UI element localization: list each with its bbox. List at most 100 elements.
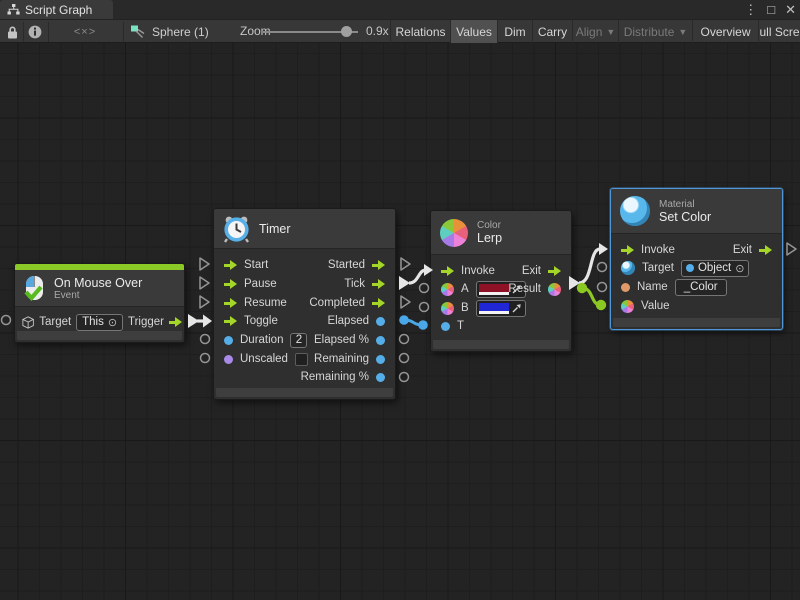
port-label: Value <box>641 300 670 312</box>
toolbar-toggles: Relations Values Dim Carry Align ▼ Distr… <box>390 20 800 44</box>
control-input-port[interactable] <box>224 260 237 270</box>
control-output-port[interactable] <box>372 279 385 289</box>
graph-icon <box>7 4 20 16</box>
name-field[interactable]: _Color <box>675 279 727 296</box>
close-icon[interactable]: ✕ <box>785 2 796 18</box>
port-resume[interactable]: Resume <box>224 294 287 312</box>
node-timer[interactable]: Timer Start Pause Resume Toggle Duration… <box>213 208 396 400</box>
control-input-port[interactable] <box>224 298 237 308</box>
node-header: On Mouse Over Event <box>15 270 184 307</box>
lock-button[interactable] <box>4 20 20 44</box>
color-output-port[interactable] <box>548 283 561 296</box>
info-icon <box>28 25 42 39</box>
port-label: Result <box>508 283 541 295</box>
node-header: Material Set Color <box>611 189 782 234</box>
port-remaining[interactable]: Remaining <box>314 350 385 368</box>
port-toggle[interactable]: Toggle <box>224 312 278 330</box>
target-port-label: Target <box>39 316 71 328</box>
trigger-output-port[interactable] <box>169 317 182 327</box>
port-pause[interactable]: Pause <box>224 275 277 293</box>
control-input-port[interactable] <box>441 266 454 276</box>
object-picker-icon[interactable]: ⊙ <box>735 262 744 275</box>
color-port-icon[interactable] <box>441 283 454 296</box>
info-button[interactable] <box>26 20 44 44</box>
port-tick[interactable]: Tick <box>344 275 385 293</box>
port-result[interactable]: Result <box>508 280 561 298</box>
string-input-port[interactable] <box>621 283 630 292</box>
graph-toolbar: <×> Sphere (1) Zoom 0.9x Relations Value… <box>0 19 800 43</box>
color-input-port[interactable] <box>621 300 634 313</box>
node-footer <box>17 331 182 340</box>
control-output-port[interactable] <box>548 266 561 276</box>
control-output-port[interactable] <box>759 245 772 255</box>
values-button[interactable]: Values <box>450 20 497 44</box>
material-port-icon[interactable] <box>621 261 635 275</box>
control-input-port[interactable] <box>621 245 634 255</box>
value-input-port[interactable] <box>224 336 233 345</box>
port-invoke[interactable]: Invoke <box>621 241 675 259</box>
port-remaining-pct[interactable]: Remaining % <box>301 368 385 386</box>
port-exit[interactable]: Exit <box>522 262 561 280</box>
value-output-port[interactable] <box>376 355 385 364</box>
color-b-value <box>479 303 509 314</box>
dim-button[interactable]: Dim <box>497 20 532 44</box>
port-elapsed[interactable]: Elapsed <box>327 312 385 330</box>
distribute-dropdown[interactable]: Distribute ▼ <box>618 20 692 44</box>
maximize-icon[interactable]: □ <box>767 2 775 17</box>
lock-icon <box>7 26 18 39</box>
value-input-port[interactable] <box>224 355 233 364</box>
port-label: Exit <box>522 265 541 277</box>
control-input-port[interactable] <box>224 316 237 326</box>
port-label: Start <box>244 259 268 271</box>
port-label: B <box>461 302 469 314</box>
value-output-port[interactable] <box>376 373 385 382</box>
menu-icon[interactable]: ⋮ <box>744 2 757 18</box>
port-target[interactable]: Target Object ⊙ <box>621 259 749 277</box>
port-value[interactable]: Value <box>621 297 670 315</box>
relations-button[interactable]: Relations <box>390 20 450 44</box>
object-picker-icon[interactable]: ⊙ <box>108 316 117 329</box>
port-b[interactable]: B <box>441 299 526 317</box>
tab-title: Script Graph <box>25 3 92 17</box>
port-t[interactable]: T <box>441 317 464 335</box>
target-value: This <box>82 316 104 328</box>
port-duration[interactable]: Duration 2 <box>224 331 307 349</box>
carry-button[interactable]: Carry <box>532 20 572 44</box>
target-field[interactable]: This ⊙ <box>76 314 123 331</box>
align-dropdown[interactable]: Align ▼ <box>572 20 618 44</box>
edit-code-button[interactable]: <×> <box>72 20 98 44</box>
overview-button[interactable]: Overview <box>692 20 758 44</box>
port-invoke[interactable]: Invoke <box>441 262 495 280</box>
port-label: Resume <box>244 297 287 309</box>
zoom-slider-handle[interactable] <box>341 26 352 37</box>
unscaled-checkbox[interactable] <box>295 353 308 366</box>
tab-script-graph[interactable]: Script Graph <box>0 0 113 19</box>
control-input-port[interactable] <box>224 279 237 289</box>
port-exit[interactable]: Exit <box>733 241 772 259</box>
node-footer <box>613 318 780 327</box>
selection-context[interactable]: Sphere (1) <box>130 20 209 44</box>
color-port-icon[interactable] <box>441 302 454 315</box>
value-input-port[interactable] <box>441 322 450 331</box>
value-output-port[interactable] <box>376 336 385 345</box>
duration-field[interactable]: 2 <box>290 333 307 348</box>
port-elapsed-pct[interactable]: Elapsed % <box>314 331 385 349</box>
node-set-color[interactable]: Material Set Color Invoke Exit Target Ob… <box>610 188 783 330</box>
target-object-field[interactable]: Object ⊙ <box>681 260 749 277</box>
port-name[interactable]: Name _Color <box>621 278 727 296</box>
port-label: Toggle <box>244 315 278 327</box>
port-completed[interactable]: Completed <box>309 294 385 312</box>
selection-label: Sphere (1) <box>152 25 209 39</box>
port-start[interactable]: Start <box>224 256 268 274</box>
port-unscaled[interactable]: Unscaled <box>224 350 308 368</box>
fullscreen-button[interactable]: Full Screen <box>758 20 800 44</box>
control-output-port[interactable] <box>372 298 385 308</box>
color-b-swatch[interactable] <box>476 300 526 317</box>
value-output-port[interactable] <box>376 317 385 326</box>
node-on-mouse-over[interactable]: On Mouse Over Event Target This ⊙ Trigge… <box>14 263 185 343</box>
node-color-lerp[interactable]: Color Lerp Invoke Exit A Result B <box>430 210 572 352</box>
port-started[interactable]: Started <box>328 256 385 274</box>
eyedropper-icon[interactable] <box>509 301 525 316</box>
color-wheel-icon <box>440 219 468 247</box>
control-output-port[interactable] <box>372 260 385 270</box>
